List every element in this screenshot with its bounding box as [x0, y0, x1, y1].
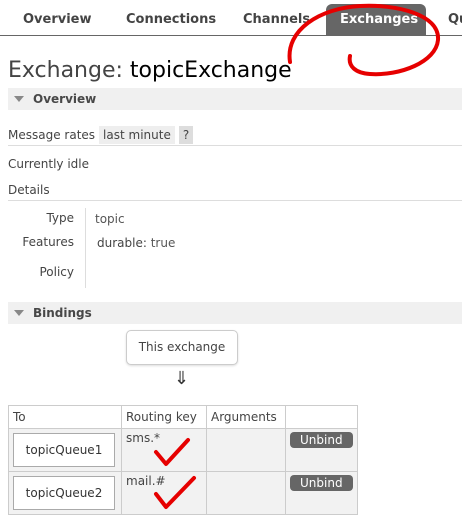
- overview-section-header[interactable]: Overview: [8, 88, 462, 110]
- column-header-routing-key: Routing key: [121, 405, 207, 429]
- tab-exchanges[interactable]: Exchanges: [326, 4, 426, 35]
- arguments-cell: [206, 471, 286, 515]
- routing-key: mail.#: [126, 474, 166, 488]
- tab-queues[interactable]: Qu: [448, 4, 462, 35]
- features-key: durable:: [97, 236, 147, 250]
- column-header-to: To: [8, 405, 122, 429]
- collapse-arrow-icon: [14, 96, 24, 102]
- message-rates-label: Message rates: [8, 128, 96, 142]
- table-header-row: To Routing key Arguments: [8, 405, 358, 429]
- divider: [8, 145, 462, 146]
- details-heading: Details: [8, 183, 50, 197]
- page-title: Exchange: topicExchange: [8, 58, 292, 83]
- features-value-row: durable: true: [97, 236, 175, 250]
- table-row: topicQueue2 mail.# Unbind: [8, 471, 358, 515]
- message-rates-range[interactable]: last minute: [99, 126, 175, 144]
- divider: [8, 200, 462, 201]
- bindings-section-header[interactable]: Bindings: [8, 302, 462, 324]
- status-text: Currently idle: [8, 157, 89, 171]
- collapse-arrow-icon: [14, 310, 24, 316]
- type-label: Type: [46, 211, 74, 225]
- queue-link[interactable]: topicQueue1: [13, 433, 115, 467]
- policy-label: Policy: [39, 265, 74, 279]
- features-label: Features: [22, 235, 74, 249]
- column-header-arguments: Arguments: [206, 405, 286, 429]
- type-value: topic: [95, 212, 125, 226]
- this-exchange-box: This exchange: [126, 330, 238, 365]
- unbind-button[interactable]: Unbind: [290, 475, 353, 491]
- action-cell: Unbind: [285, 428, 358, 472]
- nav-divider: [0, 35, 462, 36]
- unbind-button[interactable]: Unbind: [290, 432, 353, 448]
- message-rates-row: Message rates last minute?: [8, 126, 194, 144]
- routing-key-cell: sms.*: [121, 428, 207, 472]
- page-title-prefix: Exchange:: [8, 58, 130, 83]
- top-nav: Overview Connections Channels Exchanges …: [0, 0, 462, 36]
- help-button[interactable]: ?: [178, 126, 194, 144]
- table-row: topicQueue1 sms.* Unbind: [8, 428, 358, 472]
- to-cell: topicQueue2: [8, 471, 122, 515]
- to-cell: topicQueue1: [8, 428, 122, 472]
- tab-overview[interactable]: Overview: [23, 4, 92, 35]
- bindings-section-label: Bindings: [33, 306, 92, 320]
- features-value: true: [150, 236, 176, 250]
- routing-key: sms.*: [126, 431, 161, 445]
- down-arrow-icon: ⇓: [174, 368, 190, 389]
- overview-section-label: Overview: [33, 92, 97, 106]
- details-separator: [85, 208, 86, 288]
- exchange-name: topicExchange: [129, 58, 292, 83]
- action-cell: Unbind: [285, 471, 358, 515]
- routing-key-cell: mail.#: [121, 471, 207, 515]
- tab-channels[interactable]: Channels: [243, 4, 310, 35]
- arguments-cell: [206, 428, 286, 472]
- bindings-table: To Routing key Arguments topicQueue1 sms…: [8, 405, 358, 515]
- column-header-actions: [285, 405, 358, 429]
- queue-link[interactable]: topicQueue2: [13, 476, 115, 510]
- tab-connections[interactable]: Connections: [126, 4, 216, 35]
